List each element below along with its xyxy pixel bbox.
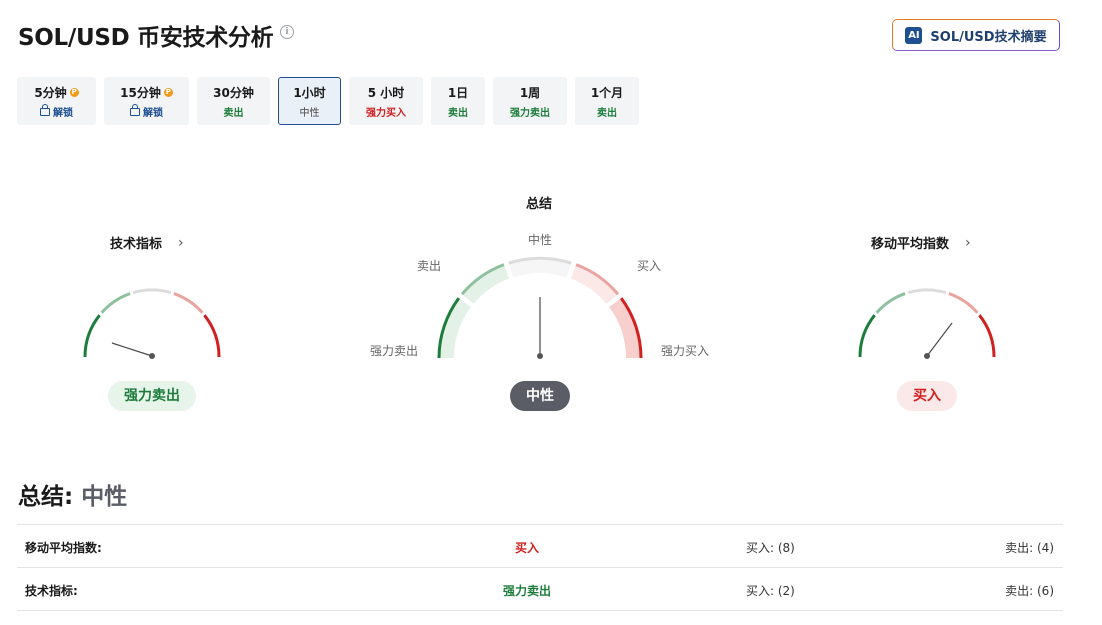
chevron-right-icon: ›	[965, 234, 971, 251]
gauge-pivot	[924, 353, 930, 359]
tab-sub: 解锁	[53, 107, 73, 119]
row-buy-count: 买入: (2)	[746, 584, 795, 598]
info-icon[interactable]: i	[280, 25, 294, 39]
lock-icon	[40, 104, 50, 116]
gauge-title: 技术指标	[110, 237, 163, 252]
summary-result-badge: 中性	[510, 381, 570, 411]
pro-icon: P	[163, 87, 173, 97]
label-neutral: 中性	[528, 233, 553, 247]
tab-1month[interactable]: 1个月 卖出	[575, 77, 639, 125]
row-signal: 买入	[514, 541, 539, 555]
row-sell-count: 卖出: (4)	[1005, 541, 1054, 555]
tab-30min[interactable]: 30分钟 卖出	[197, 77, 270, 125]
row-buy-count: 买入: (8)	[746, 541, 795, 555]
chevron-right-icon: ›	[178, 234, 184, 251]
tab-1hour[interactable]: 1小时 中性	[278, 77, 341, 125]
label-strong-sell: 强力卖出	[370, 344, 419, 358]
row-name: 移动平均指数:	[25, 541, 102, 555]
tab-sub: 卖出	[597, 107, 617, 119]
tab-label: 5 小时	[367, 85, 405, 100]
tab-label: 1个月	[590, 85, 624, 100]
summary-heading: 总结: 中性	[18, 477, 127, 511]
row-name: 技术指标:	[25, 584, 78, 598]
technical-indicators-link[interactable]: 技术指标 ›	[110, 233, 184, 253]
tab-label: 30分钟	[213, 85, 254, 100]
tab-sub: 强力卖出	[510, 107, 550, 119]
gauge-needle	[926, 322, 953, 357]
pro-icon: P	[69, 87, 79, 97]
gauge-needle	[111, 342, 153, 357]
tab-label: 5分钟	[34, 85, 67, 100]
tab-label: 1日	[447, 85, 469, 100]
tab-sub: 强力买入	[366, 107, 406, 119]
tab-sub: 中性	[299, 107, 320, 119]
timeframe-tabs: 5分钟 P 解锁 15分钟 P 解锁 30分钟 卖出 1小时 中性 5 小时 强力买…	[17, 77, 639, 125]
tab-1week[interactable]: 1周 强力卖出	[493, 77, 567, 125]
technical-result-badge: 强力卖出	[108, 381, 196, 411]
tab-label: 15分钟	[120, 85, 161, 100]
moving-averages-link[interactable]: 移动平均指数 ›	[871, 233, 971, 253]
summary-value: 中性	[81, 484, 128, 510]
ai-summary-label: SOL/USD技术摘要	[930, 29, 1047, 45]
ai-summary-button[interactable]: AI SOL/USD技术摘要	[892, 19, 1060, 51]
tab-5hour[interactable]: 5 小时 强力买入	[349, 77, 423, 125]
row-sell-count: 卖出: (6)	[1005, 584, 1054, 598]
tab-label: 1周	[519, 85, 541, 100]
gauge-pivot	[149, 353, 155, 359]
tab-sub: 解锁	[143, 107, 163, 119]
tab-label: 1小时	[293, 85, 326, 100]
row-signal: 强力卖出	[502, 584, 551, 598]
summary-label: 总结:	[18, 484, 74, 510]
table-row: 移动平均指数: 买入 买入: (8) 卖出: (4)	[17, 524, 1063, 567]
label-sell: 卖出	[417, 259, 442, 273]
moving-average-gauge	[858, 288, 996, 359]
ai-icon: AI	[905, 26, 923, 44]
tab-sub: 卖出	[448, 107, 468, 119]
page-title: SOL/USD 币安技术分析	[18, 25, 274, 51]
tab-15min[interactable]: 15分钟 P 解锁	[104, 77, 189, 125]
tab-5min[interactable]: 5分钟 P 解锁	[17, 77, 96, 125]
tab-1day[interactable]: 1日 卖出	[431, 77, 485, 125]
summary-gauge-title: 总结	[526, 197, 553, 212]
table-row: 技术指标: 强力卖出 买入: (2) 卖出: (6)	[17, 567, 1063, 611]
lock-icon	[130, 104, 140, 116]
label-strong-buy: 强力买入	[661, 344, 710, 358]
label-buy: 买入	[637, 259, 662, 273]
moving-average-result-badge: 买入	[897, 381, 957, 411]
summary-table: 移动平均指数: 买入 买入: (8) 卖出: (4) 技术指标: 强力卖出 买入…	[17, 524, 1063, 611]
gauge-title: 移动平均指数	[871, 237, 950, 252]
tab-sub: 卖出	[223, 107, 244, 119]
gauge-pivot	[537, 353, 543, 359]
